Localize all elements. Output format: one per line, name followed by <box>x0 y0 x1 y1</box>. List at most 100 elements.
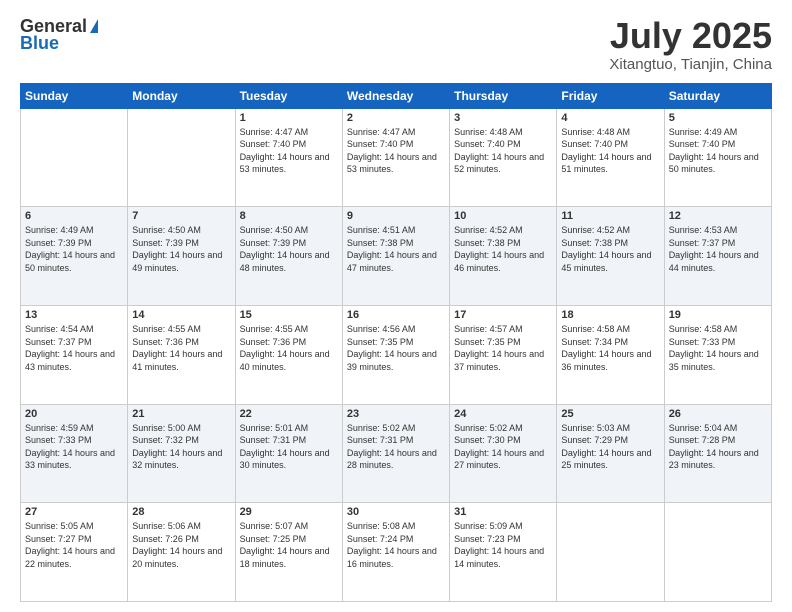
calendar-week-2: 13Sunrise: 4:54 AM Sunset: 7:37 PM Dayli… <box>21 305 772 404</box>
calendar-cell: 23Sunrise: 5:02 AM Sunset: 7:31 PM Dayli… <box>342 404 449 503</box>
calendar-header-row: Sunday Monday Tuesday Wednesday Thursday… <box>21 83 772 108</box>
calendar-cell: 5 Sunrise: 4:49 AM Sunset: 7:40 PM Daylig… <box>664 108 771 207</box>
calendar-week-4: 27 Sunrise: 5:05 AM Sunset: 7:27 PM Dayli… <box>21 503 772 602</box>
day-number: 25 <box>561 408 659 420</box>
calendar-cell: 7 Sunrise: 4:50 AM Sunset: 7:39 PM Daylig… <box>128 207 235 306</box>
calendar-cell: 6 Sunrise: 4:49 AM Sunset: 7:39 PM Daylig… <box>21 207 128 306</box>
calendar-cell: 30 Sunrise: 5:08 AM Sunset: 7:24 PM Dayli… <box>342 503 449 602</box>
day-info: Sunrise: 5:00 AM Sunset: 7:32 PM Dayligh… <box>132 422 230 472</box>
day-info: Sunrise: 5:08 AM Sunset: 7:24 PM Dayligh… <box>347 520 445 570</box>
calendar-week-0: 1Sunrise: 4:47 AM Sunset: 7:40 PM Daylig… <box>21 108 772 207</box>
day-number: 5 <box>669 112 767 124</box>
day-number: 2 <box>347 112 445 124</box>
day-info: Sunrise: 4:49 AM Sunset: 7:39 PM Dayligh… <box>25 224 123 274</box>
day-info: Sunrise: 5:04 AM Sunset: 7:28 PM Dayligh… <box>669 422 767 472</box>
header: General Blue July 2025 Xitangtuo, Tianji… <box>20 16 772 73</box>
day-info: Sunrise: 4:47 AM Sunset: 7:40 PM Dayligh… <box>240 126 338 176</box>
calendar-table: Sunday Monday Tuesday Wednesday Thursday… <box>20 83 772 602</box>
calendar-cell: 16 Sunrise: 4:56 AM Sunset: 7:35 PM Dayli… <box>342 305 449 404</box>
day-number: 27 <box>25 506 123 518</box>
day-info: Sunrise: 4:58 AM Sunset: 7:34 PM Dayligh… <box>561 323 659 373</box>
calendar-cell: 17 Sunrise: 4:57 AM Sunset: 7:35 PM Dayli… <box>450 305 557 404</box>
day-number: 17 <box>454 309 552 321</box>
col-friday: Friday <box>557 83 664 108</box>
calendar-cell: 15 Sunrise: 4:55 AM Sunset: 7:36 PM Dayli… <box>235 305 342 404</box>
day-info: Sunrise: 4:50 AM Sunset: 7:39 PM Dayligh… <box>132 224 230 274</box>
day-number: 15 <box>240 309 338 321</box>
col-tuesday: Tuesday <box>235 83 342 108</box>
calendar-cell <box>21 108 128 207</box>
day-info: Sunrise: 4:50 AM Sunset: 7:39 PM Dayligh… <box>240 224 338 274</box>
day-number: 9 <box>347 210 445 222</box>
col-wednesday: Wednesday <box>342 83 449 108</box>
logo-triangle-icon <box>90 19 98 33</box>
day-number: 19 <box>669 309 767 321</box>
calendar-week-3: 20 Sunrise: 4:59 AM Sunset: 7:33 PM Dayli… <box>21 404 772 503</box>
day-info: Sunrise: 4:55 AM Sunset: 7:36 PM Dayligh… <box>132 323 230 373</box>
day-info: Sunrise: 4:59 AM Sunset: 7:33 PM Dayligh… <box>25 422 123 472</box>
calendar-cell <box>128 108 235 207</box>
calendar-cell: 8 Sunrise: 4:50 AM Sunset: 7:39 PM Daylig… <box>235 207 342 306</box>
day-number: 8 <box>240 210 338 222</box>
calendar-cell: 26 Sunrise: 5:04 AM Sunset: 7:28 PM Dayli… <box>664 404 771 503</box>
page: General Blue July 2025 Xitangtuo, Tianji… <box>0 0 792 612</box>
day-number: 18 <box>561 309 659 321</box>
day-number: 12 <box>669 210 767 222</box>
calendar-cell: 29Sunrise: 5:07 AM Sunset: 7:25 PM Dayli… <box>235 503 342 602</box>
calendar-cell: 11Sunrise: 4:52 AM Sunset: 7:38 PM Dayli… <box>557 207 664 306</box>
day-info: Sunrise: 4:47 AM Sunset: 7:40 PM Dayligh… <box>347 126 445 176</box>
calendar-cell: 9 Sunrise: 4:51 AM Sunset: 7:38 PM Daylig… <box>342 207 449 306</box>
day-info: Sunrise: 5:05 AM Sunset: 7:27 PM Dayligh… <box>25 520 123 570</box>
day-info: Sunrise: 5:02 AM Sunset: 7:31 PM Dayligh… <box>347 422 445 472</box>
logo-blue: Blue <box>20 33 59 54</box>
day-number: 31 <box>454 506 552 518</box>
calendar-cell: 1Sunrise: 4:47 AM Sunset: 7:40 PM Daylig… <box>235 108 342 207</box>
calendar-cell: 13Sunrise: 4:54 AM Sunset: 7:37 PM Dayli… <box>21 305 128 404</box>
calendar-cell: 28 Sunrise: 5:06 AM Sunset: 7:26 PM Dayli… <box>128 503 235 602</box>
calendar-cell: 10 Sunrise: 4:52 AM Sunset: 7:38 PM Dayli… <box>450 207 557 306</box>
day-info: Sunrise: 5:02 AM Sunset: 7:30 PM Dayligh… <box>454 422 552 472</box>
calendar-cell: 22 Sunrise: 5:01 AM Sunset: 7:31 PM Dayli… <box>235 404 342 503</box>
day-info: Sunrise: 4:49 AM Sunset: 7:40 PM Dayligh… <box>669 126 767 176</box>
day-info: Sunrise: 4:52 AM Sunset: 7:38 PM Dayligh… <box>561 224 659 274</box>
day-info: Sunrise: 5:06 AM Sunset: 7:26 PM Dayligh… <box>132 520 230 570</box>
day-info: Sunrise: 4:56 AM Sunset: 7:35 PM Dayligh… <box>347 323 445 373</box>
day-number: 16 <box>347 309 445 321</box>
col-thursday: Thursday <box>450 83 557 108</box>
calendar-cell: 12 Sunrise: 4:53 AM Sunset: 7:37 PM Dayli… <box>664 207 771 306</box>
day-info: Sunrise: 4:52 AM Sunset: 7:38 PM Dayligh… <box>454 224 552 274</box>
calendar-cell: 21Sunrise: 5:00 AM Sunset: 7:32 PM Dayli… <box>128 404 235 503</box>
calendar-cell <box>664 503 771 602</box>
day-number: 22 <box>240 408 338 420</box>
day-number: 13 <box>25 309 123 321</box>
title-month: July 2025 <box>609 16 772 56</box>
day-number: 7 <box>132 210 230 222</box>
day-number: 30 <box>347 506 445 518</box>
calendar-cell <box>557 503 664 602</box>
day-info: Sunrise: 4:55 AM Sunset: 7:36 PM Dayligh… <box>240 323 338 373</box>
day-info: Sunrise: 4:58 AM Sunset: 7:33 PM Dayligh… <box>669 323 767 373</box>
day-number: 20 <box>25 408 123 420</box>
day-number: 28 <box>132 506 230 518</box>
calendar-cell: 4Sunrise: 4:48 AM Sunset: 7:40 PM Daylig… <box>557 108 664 207</box>
calendar-cell: 18 Sunrise: 4:58 AM Sunset: 7:34 PM Dayli… <box>557 305 664 404</box>
day-info: Sunrise: 4:57 AM Sunset: 7:35 PM Dayligh… <box>454 323 552 373</box>
day-info: Sunrise: 5:09 AM Sunset: 7:23 PM Dayligh… <box>454 520 552 570</box>
calendar-cell: 19 Sunrise: 4:58 AM Sunset: 7:33 PM Dayli… <box>664 305 771 404</box>
col-saturday: Saturday <box>664 83 771 108</box>
calendar-cell: 14 Sunrise: 4:55 AM Sunset: 7:36 PM Dayli… <box>128 305 235 404</box>
day-number: 6 <box>25 210 123 222</box>
day-info: Sunrise: 4:51 AM Sunset: 7:38 PM Dayligh… <box>347 224 445 274</box>
col-monday: Monday <box>128 83 235 108</box>
day-info: Sunrise: 4:53 AM Sunset: 7:37 PM Dayligh… <box>669 224 767 274</box>
calendar-cell: 20 Sunrise: 4:59 AM Sunset: 7:33 PM Dayli… <box>21 404 128 503</box>
col-sunday: Sunday <box>21 83 128 108</box>
day-info: Sunrise: 5:01 AM Sunset: 7:31 PM Dayligh… <box>240 422 338 472</box>
day-number: 10 <box>454 210 552 222</box>
calendar-cell: 27 Sunrise: 5:05 AM Sunset: 7:27 PM Dayli… <box>21 503 128 602</box>
day-info: Sunrise: 4:48 AM Sunset: 7:40 PM Dayligh… <box>561 126 659 176</box>
day-number: 26 <box>669 408 767 420</box>
calendar-cell: 3Sunrise: 4:48 AM Sunset: 7:40 PM Daylig… <box>450 108 557 207</box>
day-number: 14 <box>132 309 230 321</box>
day-info: Sunrise: 4:48 AM Sunset: 7:40 PM Dayligh… <box>454 126 552 176</box>
